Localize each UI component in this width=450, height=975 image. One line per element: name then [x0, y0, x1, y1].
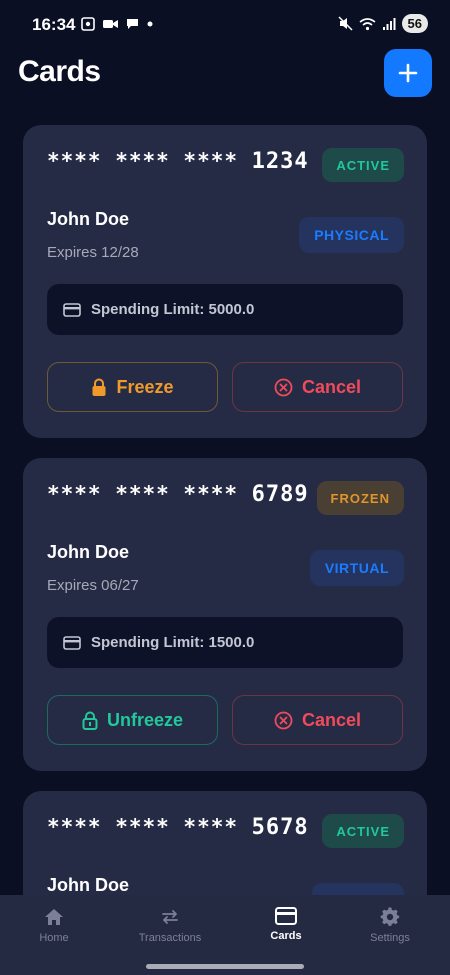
- cards-screen: 16:34 56 Cards **** **** **** 1234 ACTIV…: [0, 0, 450, 975]
- status-badge: ACTIVE: [322, 148, 404, 182]
- add-card-button[interactable]: [384, 49, 432, 97]
- tab-home[interactable]: Home: [4, 907, 104, 944]
- bottom-tab-bar: Home Transactions Cards Settings: [0, 895, 450, 975]
- cancel-button[interactable]: Cancel: [232, 695, 403, 745]
- tab-transactions[interactable]: Transactions: [120, 907, 220, 944]
- card-last-four: 1234: [251, 149, 309, 174]
- page-title: Cards: [18, 55, 101, 88]
- card-expiry: Expires 12/28: [47, 244, 139, 261]
- spending-limit-text: Spending Limit: 1500.0: [91, 634, 255, 651]
- card-number-mask: **** **** ****: [47, 815, 239, 839]
- cancel-button[interactable]: Cancel: [232, 362, 403, 412]
- home-indicator: [146, 964, 304, 969]
- card-number-mask: **** **** ****: [47, 482, 239, 506]
- card-number: **** **** **** 6789: [47, 482, 309, 507]
- card-item: **** **** **** 1234 ACTIVE John Doe Expi…: [23, 125, 427, 438]
- unfreeze-button[interactable]: Unfreeze: [47, 695, 218, 745]
- freeze-button[interactable]: Freeze: [47, 362, 218, 412]
- cancel-button-label: Cancel: [301, 709, 362, 730]
- card-last-four: 6789: [251, 482, 309, 507]
- card-icon: [63, 302, 81, 317]
- status-badge: FROZEN: [316, 481, 404, 515]
- unfreeze-button-label: Unfreeze: [106, 709, 184, 730]
- cancel-circle-icon: [274, 711, 293, 729]
- spending-limit-box: Spending Limit: 1500.0: [47, 617, 403, 668]
- cardholder-name: John Doe: [47, 209, 130, 229]
- card-number: **** **** **** 5678: [47, 815, 309, 840]
- chat-icon: [127, 19, 138, 29]
- tab-cards-label: Cards: [270, 930, 302, 942]
- card-item: **** **** **** 6789 FROZEN John Doe Expi…: [23, 458, 427, 771]
- dot-icon: [147, 21, 153, 27]
- battery-indicator: 56: [401, 14, 428, 33]
- card-icon: [275, 907, 297, 925]
- system-icons: 56: [338, 14, 428, 33]
- cardholder-name: John Doe: [47, 542, 130, 562]
- unlock-icon: [82, 711, 98, 730]
- home-icon: [45, 909, 63, 925]
- tab-settings-label: Settings: [370, 932, 410, 944]
- card-expiry: Expires 06/27: [47, 577, 139, 594]
- tab-settings[interactable]: Settings: [340, 907, 440, 944]
- mute-icon: [338, 16, 353, 31]
- screenshot-icon: [81, 17, 95, 31]
- status-time: 16:34: [32, 15, 76, 34]
- status-bar: 16:34 56: [0, 0, 450, 50]
- video-icon: [103, 20, 118, 28]
- gear-icon: [380, 907, 400, 926]
- cardholder-name: John Doe: [47, 875, 130, 895]
- cancel-circle-icon: [274, 378, 293, 396]
- tab-transactions-label: Transactions: [138, 932, 202, 944]
- notification-icons: [80, 16, 154, 32]
- spending-limit-box: Spending Limit: 5000.0: [47, 284, 403, 335]
- signal-icon: [382, 17, 396, 30]
- card-number: **** **** **** 1234: [47, 149, 309, 174]
- card-last-four: 5678: [251, 815, 309, 840]
- freeze-button-label: Freeze: [116, 376, 174, 397]
- plus-icon: [398, 63, 418, 83]
- card-icon: [63, 635, 81, 650]
- card-number-mask: **** **** ****: [47, 149, 239, 173]
- card-type-badge: VIRTUAL: [309, 550, 404, 586]
- card-type-badge: PHYSICAL: [299, 217, 404, 253]
- tab-cards[interactable]: Cards: [236, 907, 336, 942]
- cancel-button-label: Cancel: [301, 376, 362, 397]
- status-badge: ACTIVE: [322, 814, 404, 848]
- wifi-icon: [359, 17, 376, 30]
- swap-arrows-icon: [162, 910, 178, 924]
- spending-limit-text: Spending Limit: 5000.0: [91, 301, 255, 318]
- lock-icon: [92, 378, 106, 396]
- tab-home-label: Home: [39, 932, 69, 944]
